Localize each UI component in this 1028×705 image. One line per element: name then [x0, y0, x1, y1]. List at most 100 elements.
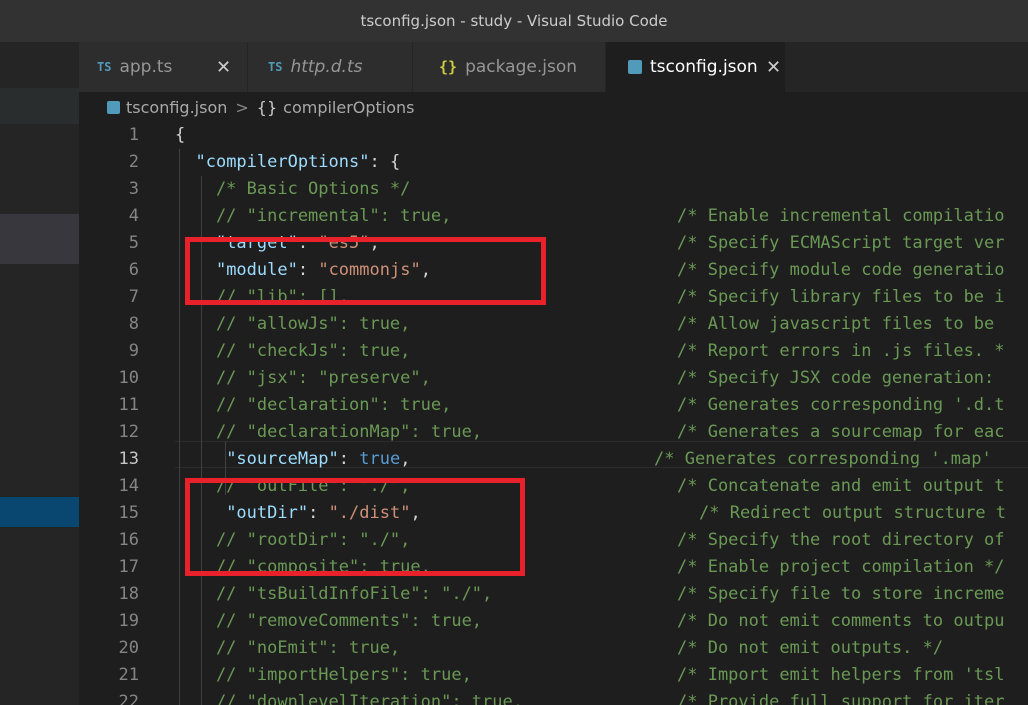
code-line[interactable]: 11 // "declaration": true, /* Generates c… — [79, 392, 1028, 419]
line-comment: /* Report errors in .js files. * — [677, 341, 1005, 361]
code-text: // "incremental": true, — [175, 206, 452, 226]
tsconfig-file-icon — [107, 100, 120, 114]
breadcrumb: tsconfig.json > {} compilerOptions — [79, 92, 1028, 122]
code-text: // "jsx": "preserve", — [175, 368, 431, 388]
line-comment: /* Provide full support for iter — [677, 692, 1005, 705]
tab-http-d-ts[interactable]: TS http.d.ts — [248, 42, 413, 92]
line-number: 20 — [118, 638, 139, 658]
code-line[interactable]: 13 "sourceMap": true, /* Generates corres… — [79, 446, 1028, 473]
line-number: 19 — [118, 611, 139, 631]
breadcrumb-symbol[interactable]: compilerOptions — [283, 98, 414, 117]
code-text: // "removeComments": true, — [175, 611, 483, 631]
line-comment: /* Redirect output structure t — [699, 503, 1007, 523]
line-number: 18 — [118, 584, 139, 604]
tab-label: package.json — [465, 57, 577, 77]
line-comment: /* Specify the root directory of — [677, 530, 1005, 550]
line-comment: /* Specify module code generatio — [677, 260, 1005, 280]
close-icon[interactable]: ✕ — [766, 57, 781, 78]
code-text: "sourceMap": true, — [226, 449, 411, 469]
code-text: // "allowJs": true, — [175, 314, 411, 334]
sidebar-item-selected[interactable] — [0, 497, 79, 527]
sidebar-item-hover[interactable] — [0, 214, 79, 264]
line-comment: /* Do not emit outputs. */ — [677, 638, 944, 658]
json-braces-icon: {} — [439, 58, 458, 76]
code-text: // "downlevelIteration": true, — [175, 692, 523, 705]
code-text: // "checkJs": true, — [175, 341, 411, 361]
code-line[interactable]: 9 // "checkJs": true, /* Report errors in… — [79, 338, 1028, 365]
typescript-icon: TS — [268, 60, 283, 74]
tab-label: http.d.ts — [290, 57, 363, 77]
tab-label: app.ts — [119, 57, 173, 77]
highlight-box-module — [185, 237, 546, 305]
line-number: 13 — [118, 449, 139, 469]
code-line[interactable]: 20 // "noEmit": true, /* Do not emit outp… — [79, 635, 1028, 662]
line-number: 15 — [118, 503, 139, 523]
line-number: 6 — [128, 260, 139, 280]
line-comment: /* Specify file to store increme — [677, 584, 1005, 604]
tsconfig-file-icon — [628, 60, 642, 74]
line-number: 22 — [118, 692, 139, 705]
code-line[interactable]: 21 // "importHelpers": true, /* Import em… — [79, 662, 1028, 689]
code-line[interactable]: 12 // "declarationMap": true, /* Generate… — [79, 419, 1028, 446]
sidebar-item[interactable] — [0, 88, 79, 124]
line-comment: /* Allow javascript files to be — [677, 314, 995, 334]
line-number: 1 — [128, 125, 139, 145]
line-number: 2 — [128, 152, 139, 172]
code-line[interactable]: 4 // "incremental": true, /* Enable incre… — [79, 203, 1028, 230]
line-number: 5 — [128, 233, 139, 253]
tab-tsconfig-json[interactable]: tsconfig.json ✕ — [606, 42, 786, 92]
line-comment: /* Do not emit comments to outpu — [677, 611, 1005, 631]
code-line[interactable]: 3 /* Basic Options */ — [79, 176, 1028, 203]
tab-package-json[interactable]: {} package.json — [413, 42, 606, 92]
line-number: 10 — [118, 368, 139, 388]
code-line[interactable]: 18 // "tsBuildInfoFile": "./", /* Specify… — [79, 581, 1028, 608]
code-text: // "noEmit": true, — [175, 638, 401, 658]
code-text: { — [175, 125, 186, 145]
chevron-right-icon: > — [235, 97, 249, 117]
code-text: "compilerOptions": { — [195, 152, 401, 172]
code-line[interactable]: 2 "compilerOptions": { — [79, 149, 1028, 176]
line-number: 21 — [118, 665, 139, 685]
code-text: /* Basic Options */ — [175, 179, 411, 199]
breadcrumb-file[interactable]: tsconfig.json — [126, 98, 227, 117]
line-number: 7 — [128, 287, 139, 307]
line-number: 8 — [128, 314, 139, 334]
tab-label: tsconfig.json — [650, 57, 758, 77]
highlight-box-outdir — [185, 478, 525, 576]
tab-bar: TS app.ts ✕ TS http.d.ts {} package.json… — [79, 42, 1028, 92]
line-number: 17 — [118, 557, 139, 577]
close-icon[interactable]: ✕ — [216, 57, 231, 78]
line-comment: /* Import emit helpers from 'tsl — [677, 665, 1005, 685]
code-editor[interactable]: 1{2 "compilerOptions": {3 /* Basic Optio… — [79, 122, 1028, 705]
line-comment: /* Concatenate and emit output t — [677, 476, 1005, 496]
line-number: 14 — [118, 476, 139, 496]
code-text: // "tsBuildInfoFile": "./", — [175, 584, 493, 604]
typescript-icon: TS — [97, 60, 112, 74]
line-comment: /* Specify JSX code generation: — [677, 368, 995, 388]
line-comment: /* Enable incremental compilatio — [677, 206, 1005, 226]
line-comment: /* Specify library files to be i — [677, 287, 1005, 307]
code-text: // "declaration": true, — [175, 395, 452, 415]
code-line[interactable]: 22 // "downlevelIteration": true, /* Prov… — [79, 689, 1028, 705]
line-number: 9 — [128, 341, 139, 361]
sidebar — [0, 42, 79, 705]
line-number: 4 — [128, 206, 139, 226]
tab-app-ts[interactable]: TS app.ts ✕ — [79, 42, 248, 92]
code-text: // "declarationMap": true, — [175, 422, 483, 442]
line-number: 12 — [118, 422, 139, 442]
line-comment: /* Specify ECMAScript target ver — [677, 233, 1005, 253]
line-number: 3 — [128, 179, 139, 199]
line-comment: /* Generates corresponding '.map' — [654, 449, 992, 469]
line-number: 11 — [118, 395, 139, 415]
window-title: tsconfig.json - study - Visual Studio Co… — [0, 0, 1028, 42]
line-comment: /* Generates a sourcemap for eac — [677, 422, 1005, 442]
code-line[interactable]: 1{ — [79, 122, 1028, 149]
code-line[interactable]: 19 // "removeComments": true, /* Do not e… — [79, 608, 1028, 635]
line-comment: /* Generates corresponding '.d.t — [677, 395, 1005, 415]
line-number: 16 — [118, 530, 139, 550]
code-line[interactable]: 10 // "jsx": "preserve", /* Specify JSX c… — [79, 365, 1028, 392]
code-text: // "importHelpers": true, — [175, 665, 472, 685]
code-line[interactable]: 8 // "allowJs": true, /* Allow javascript… — [79, 311, 1028, 338]
line-comment: /* Enable project compilation */ — [677, 557, 1005, 577]
object-symbol-icon: {} — [256, 97, 278, 117]
